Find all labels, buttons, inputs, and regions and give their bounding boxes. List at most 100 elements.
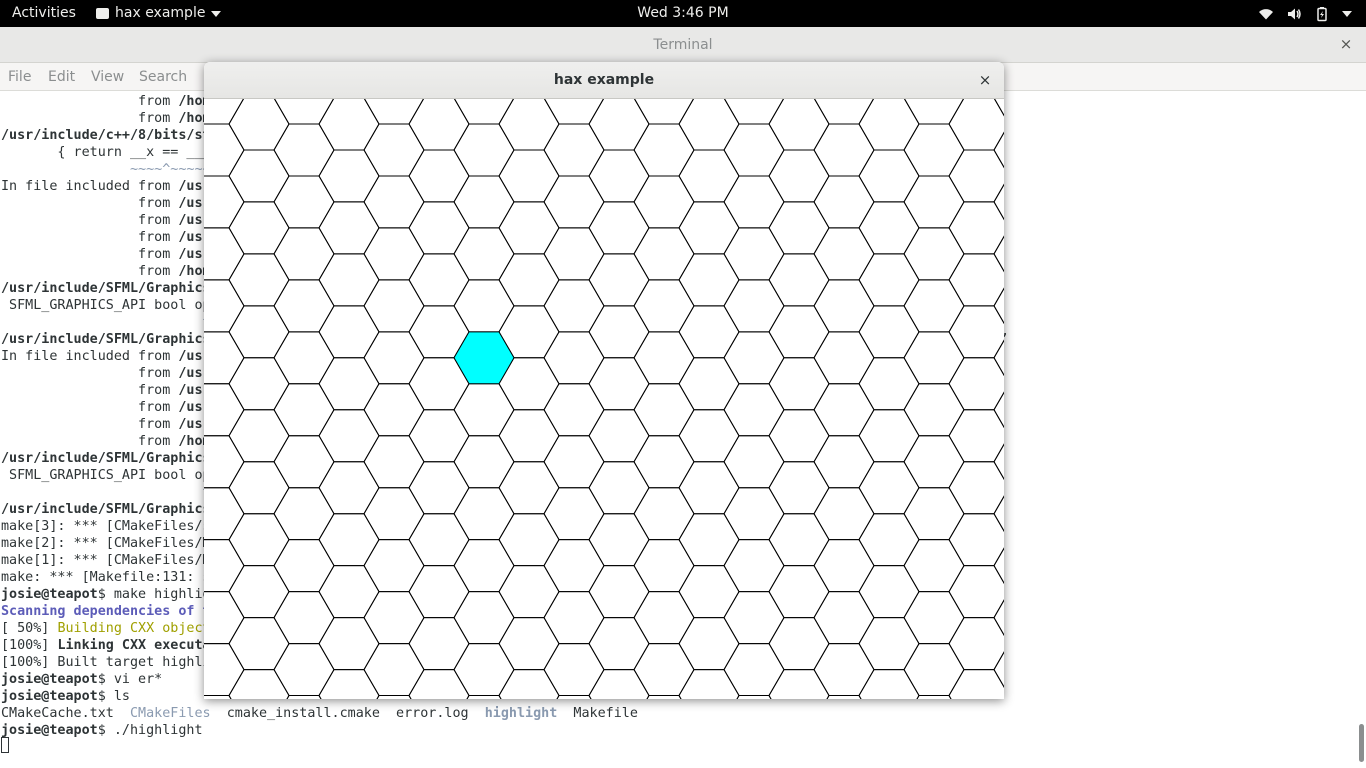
hex-cell[interactable] [678,357,740,411]
hex-cell[interactable] [678,669,740,699]
hex-cell[interactable] [634,695,694,699]
hex-cell[interactable] [994,696,1004,699]
hex-cell[interactable] [633,175,695,229]
hex-cell[interactable] [453,123,515,177]
menu-view[interactable]: View [91,63,124,91]
hex-cell[interactable] [228,201,290,255]
hex-cell[interactable] [273,487,335,541]
hex-cell[interactable] [228,253,290,307]
hex-cell[interactable] [498,149,560,203]
hex-cell[interactable] [768,409,830,463]
hex-cell[interactable] [273,591,335,645]
hex-cell[interactable] [858,409,920,463]
hex-cell[interactable] [543,383,605,437]
hex-cell[interactable] [858,617,920,671]
hex-cell[interactable] [273,175,335,229]
hex-cell[interactable] [273,331,335,385]
hex-cell[interactable] [408,201,470,255]
hex-cell[interactable] [588,513,650,567]
app-menu-button[interactable]: hax example [96,0,222,27]
hex-cell[interactable] [204,643,245,697]
hex-cell[interactable] [723,435,785,489]
hex-cell[interactable] [678,617,740,671]
hex-cell[interactable] [204,487,245,541]
hex-cell[interactable] [948,357,1004,411]
hex-cell[interactable] [768,201,830,255]
hex-cell[interactable] [588,149,650,203]
hex-cell[interactable] [363,279,425,333]
hex-cell[interactable] [453,383,515,437]
hex-cell[interactable] [858,513,920,567]
hex-cell[interactable] [408,565,470,619]
status-area[interactable] [1258,0,1352,27]
hex-cell[interactable] [633,643,695,697]
hex-cell[interactable] [903,227,965,281]
hex-cell[interactable] [318,99,380,151]
hex-cell[interactable] [498,409,560,463]
hex-cell[interactable] [993,280,1004,332]
hex-cell[interactable] [453,227,515,281]
hex-cell[interactable] [273,643,335,697]
hex-cell[interactable] [994,99,1004,124]
hex-cell[interactable] [498,461,560,515]
hex-cell[interactable] [363,487,425,541]
hex-cell[interactable] [768,253,830,307]
hex-cell[interactable] [204,175,245,229]
hex-cell[interactable] [903,487,965,541]
hex-cell[interactable] [678,461,740,515]
hex-cell[interactable] [723,227,785,281]
hex-cell[interactable] [204,123,245,177]
hex-cell[interactable] [498,99,560,151]
hex-cell[interactable] [768,617,830,671]
hex-cell[interactable] [904,99,964,125]
hex-cell[interactable] [228,409,290,463]
hex-cell[interactable] [318,513,380,567]
hex-cell[interactable] [633,539,695,593]
hex-cell[interactable] [813,591,875,645]
hex-cell[interactable] [273,123,335,177]
terminal-titlebar[interactable]: Terminal × [0,27,1366,63]
hex-cell[interactable] [543,643,605,697]
hex-cell[interactable] [723,487,785,541]
hex-cell[interactable] [363,331,425,385]
hex-cell[interactable] [273,227,335,281]
hex-cell[interactable] [498,201,560,255]
hex-cell[interactable] [858,461,920,515]
hex-cell[interactable] [858,669,920,699]
hex-cell[interactable] [204,695,244,699]
hex-cell[interactable] [903,331,965,385]
hex-cell[interactable] [363,643,425,697]
hex-cell[interactable] [408,149,470,203]
hex-cell[interactable] [453,279,515,333]
hex-cell[interactable] [633,279,695,333]
hex-cell[interactable] [273,383,335,437]
hex-cell[interactable] [993,592,1004,644]
hex-cell[interactable] [724,695,784,699]
hex-cell[interactable] [813,279,875,333]
menu-edit[interactable]: Edit [48,63,75,91]
hex-cell[interactable] [453,539,515,593]
hex-cell[interactable] [363,383,425,437]
hex-cell[interactable] [903,643,965,697]
hex-cell[interactable] [408,461,470,515]
hex-cell[interactable] [453,487,515,541]
hex-cell[interactable] [948,149,1004,203]
hex-cell[interactable] [813,487,875,541]
hex-cell[interactable] [633,331,695,385]
hex-cell[interactable] [318,305,380,359]
hex-cell[interactable] [993,540,1004,592]
hex-cell[interactable] [228,357,290,411]
hex-cell[interactable] [204,539,245,593]
hex-cell[interactable] [858,201,920,255]
hex-cell[interactable] [948,617,1004,671]
hex-cell[interactable] [723,279,785,333]
hex-cell[interactable] [498,253,560,307]
hex-cell[interactable] [858,149,920,203]
hex-cell[interactable] [408,513,470,567]
hex-cell[interactable] [633,227,695,281]
hex-cell[interactable] [993,332,1004,384]
hex-cell[interactable] [903,123,965,177]
hex-cell[interactable] [903,175,965,229]
hex-cell[interactable] [228,149,290,203]
hex-cell[interactable] [678,201,740,255]
